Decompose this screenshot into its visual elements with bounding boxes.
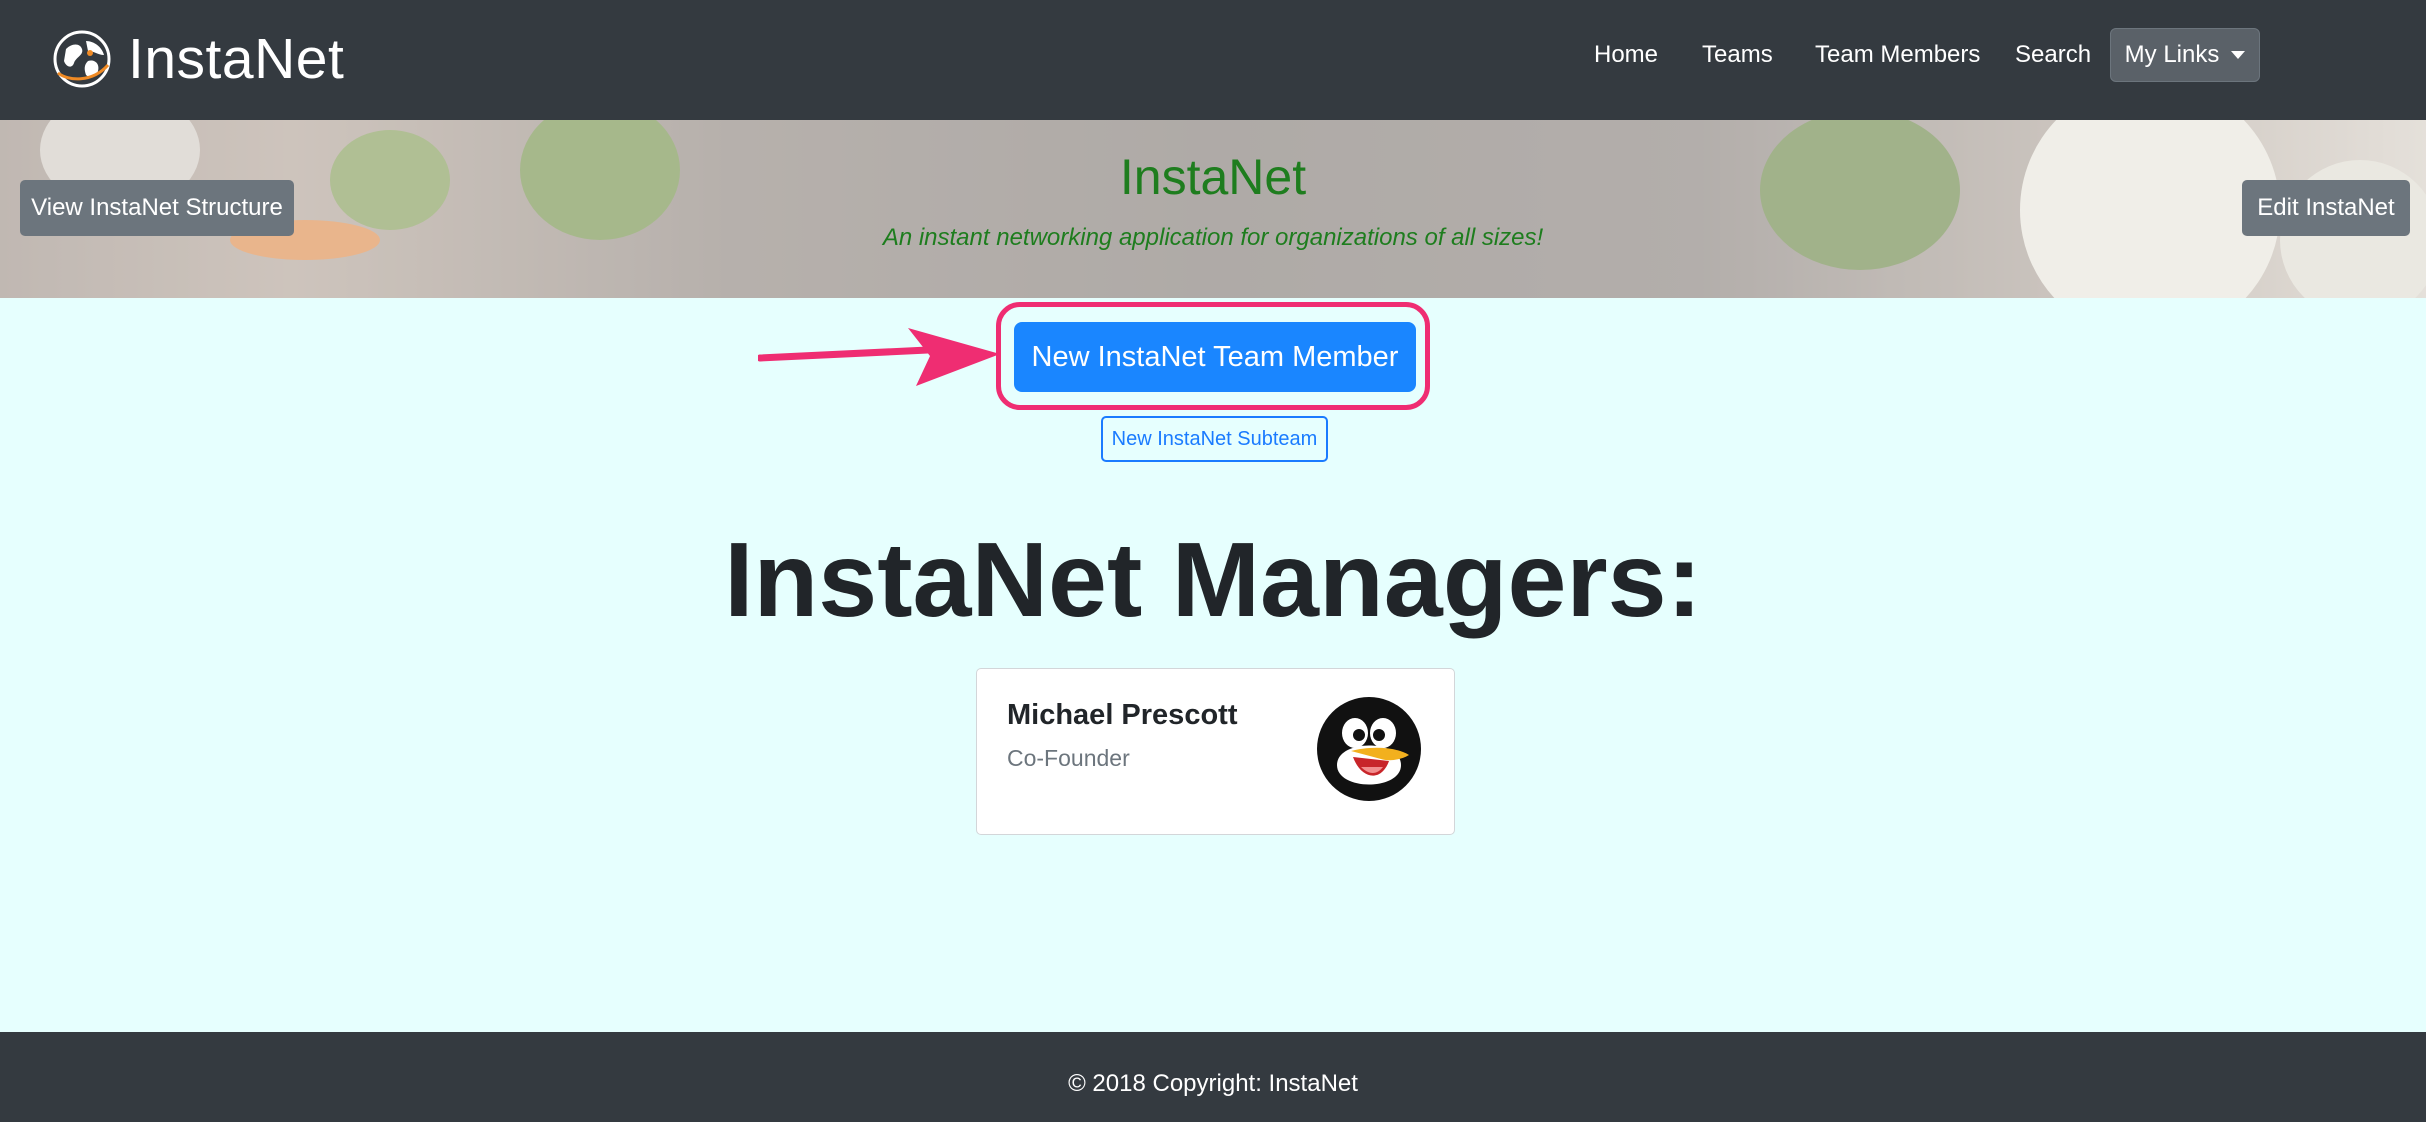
nav-team-members[interactable]: Team Members bbox=[1815, 38, 1980, 72]
view-structure-button[interactable]: View InstaNet Structure bbox=[20, 180, 294, 236]
edit-instanet-button[interactable]: Edit InstaNet bbox=[2242, 180, 2410, 236]
managers-heading: InstaNet Managers: bbox=[724, 521, 1702, 639]
my-links-label: My Links bbox=[2124, 41, 2220, 68]
hero-overlay bbox=[0, 120, 2426, 298]
nav-home[interactable]: Home bbox=[1594, 38, 1658, 72]
penguin-avatar-icon bbox=[1317, 697, 1421, 801]
manager-name: Michael Prescott bbox=[1007, 699, 1238, 731]
hero-tagline: An instant networking application for or… bbox=[882, 224, 1544, 251]
caret-down-icon bbox=[2231, 51, 2246, 59]
footer: © 2018 Copyright: InstaNet bbox=[0, 1032, 2426, 1122]
globe-icon bbox=[53, 30, 111, 88]
hero-title: InstaNet bbox=[1119, 149, 1307, 205]
top-navbar: InstaNet Home Teams Team Members Search … bbox=[0, 0, 2426, 120]
nav-search[interactable]: Search bbox=[2015, 38, 2091, 72]
new-subteam-button[interactable]: New InstaNet Subteam bbox=[1101, 416, 1328, 462]
brand-name: InstaNet bbox=[128, 27, 345, 91]
manager-role: Co-Founder bbox=[1007, 745, 1130, 771]
nav-teams[interactable]: Teams bbox=[1702, 38, 1773, 72]
hero-banner: InstaNet An instant networking applicati… bbox=[0, 120, 2426, 298]
new-team-member-button[interactable]: New InstaNet Team Member bbox=[1014, 322, 1416, 392]
footer-copyright: © 2018 Copyright: InstaNet bbox=[1068, 1070, 1358, 1097]
manager-card[interactable]: Michael Prescott Co-Founder bbox=[976, 668, 1455, 835]
brand[interactable]: InstaNet bbox=[52, 22, 344, 96]
annotation-arrow-icon bbox=[758, 328, 1000, 386]
my-links-dropdown[interactable]: My Links bbox=[2110, 28, 2260, 82]
